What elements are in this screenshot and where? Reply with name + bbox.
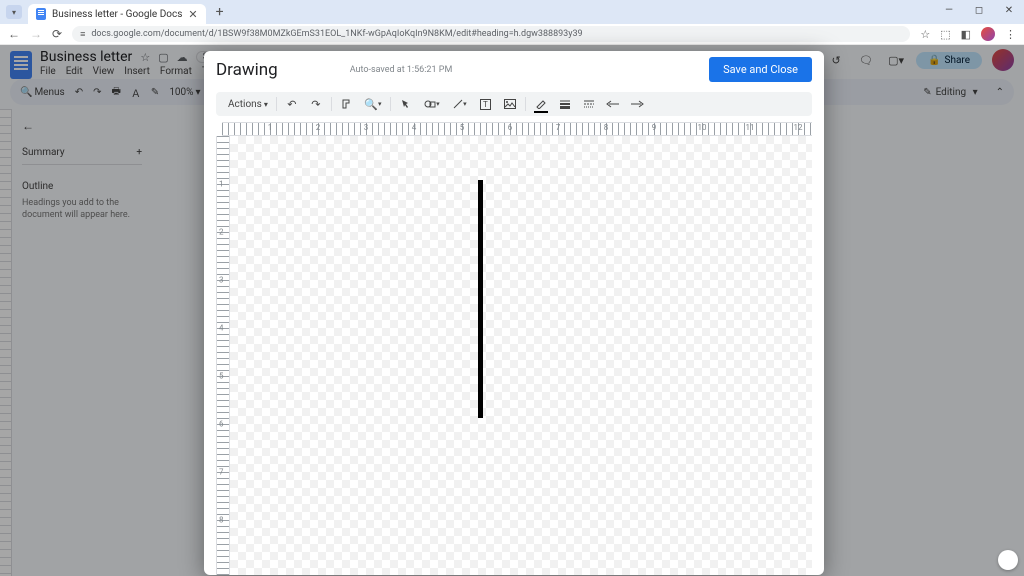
ruler-h-number: 11: [746, 123, 755, 132]
forward-button[interactable]: →: [30, 27, 42, 41]
chrome-menu-icon[interactable]: ⋮: [1005, 28, 1016, 41]
autosave-status: Auto-saved at 1:56:21 PM: [350, 65, 453, 75]
ruler-v-number: 6: [219, 420, 224, 429]
ruler-h-number: 5: [460, 123, 465, 132]
ruler-h-number: 1: [268, 123, 273, 132]
save-and-close-button[interactable]: Save and Close: [709, 57, 812, 82]
ruler-h-number: 3: [364, 123, 369, 132]
shape-tool[interactable]: ▾: [419, 94, 445, 114]
line-dash-button[interactable]: [578, 94, 600, 114]
profile-avatar[interactable]: [981, 27, 995, 41]
text-box-tool[interactable]: T: [475, 94, 497, 114]
ruler-h-number: 10: [698, 123, 707, 132]
select-tool[interactable]: [395, 94, 417, 114]
back-button[interactable]: ←: [8, 27, 20, 41]
drawing-modal-title: Drawing: [216, 60, 278, 80]
ruler-v-number: 8: [219, 516, 224, 525]
image-tool[interactable]: [499, 94, 521, 114]
maximize-window-button[interactable]: ◻: [964, 0, 994, 20]
ruler-v-number: 1: [219, 180, 224, 189]
line-color-button[interactable]: [530, 94, 552, 114]
zoom-dropdown[interactable]: 🔍▾: [360, 94, 386, 114]
extensions-icon[interactable]: ⬚: [940, 28, 950, 41]
svg-text:T: T: [483, 100, 488, 109]
site-info-icon[interactable]: ≡: [80, 29, 85, 40]
line-end-button[interactable]: [626, 94, 648, 114]
tab-title: Business letter - Google Docs: [52, 9, 182, 20]
browser-tab[interactable]: Business letter - Google Docs ✕: [28, 4, 206, 24]
ruler-v-number: 5: [219, 372, 224, 381]
minimize-window-button[interactable]: —: [934, 0, 964, 20]
redo-button[interactable]: ↷: [305, 94, 327, 114]
close-window-button[interactable]: ✕: [994, 0, 1024, 20]
explore-fab[interactable]: [998, 550, 1018, 570]
line-tool[interactable]: ▾: [447, 94, 473, 114]
ruler-h-number: 9: [652, 123, 657, 132]
ruler-v-number: 3: [219, 276, 224, 285]
ruler-h-number: 6: [508, 123, 513, 132]
ruler-h-number: 8: [604, 123, 609, 132]
actions-menu[interactable]: Actions▾: [224, 94, 272, 114]
drawing-toolbar: Actions▾ ↶ ↷ 🔍▾ ▾ ▾ T: [216, 92, 812, 116]
tab-search-dropdown[interactable]: ▾: [6, 5, 22, 19]
drawing-modal: Drawing Auto-saved at 1:56:21 PM Save an…: [204, 51, 824, 575]
ruler-v-number: 7: [219, 468, 224, 477]
close-tab-icon[interactable]: ✕: [188, 8, 197, 21]
side-panel-icon[interactable]: ◧: [961, 28, 971, 41]
drawing-horizontal-ruler: 123456789101112: [216, 122, 812, 136]
reload-button[interactable]: ⟳: [52, 27, 62, 41]
bookmark-icon[interactable]: ☆: [920, 28, 930, 41]
line-start-button[interactable]: [602, 94, 624, 114]
address-bar[interactable]: ≡ docs.google.com/document/d/1BSW9f38M0M…: [72, 26, 910, 42]
ruler-v-number: 2: [219, 228, 224, 237]
ruler-h-number: 7: [556, 123, 561, 132]
undo-button[interactable]: ↶: [281, 94, 303, 114]
drawing-canvas[interactable]: [230, 136, 812, 575]
new-tab-button[interactable]: +: [216, 4, 224, 20]
ruler-h-number: 4: [412, 123, 417, 132]
docs-favicon: [36, 8, 46, 20]
ruler-h-number: 12: [794, 123, 803, 132]
ruler-h-number: 2: [316, 123, 321, 132]
line-weight-button[interactable]: [554, 94, 576, 114]
url-text: docs.google.com/document/d/1BSW9f38M0MZk…: [91, 29, 582, 39]
drawn-line-shape[interactable]: [478, 180, 483, 418]
paint-format-button[interactable]: [336, 94, 358, 114]
drawing-vertical-ruler: 1 2 3 4 5 6 7 8: [216, 136, 230, 575]
ruler-v-number: 4: [219, 324, 224, 333]
